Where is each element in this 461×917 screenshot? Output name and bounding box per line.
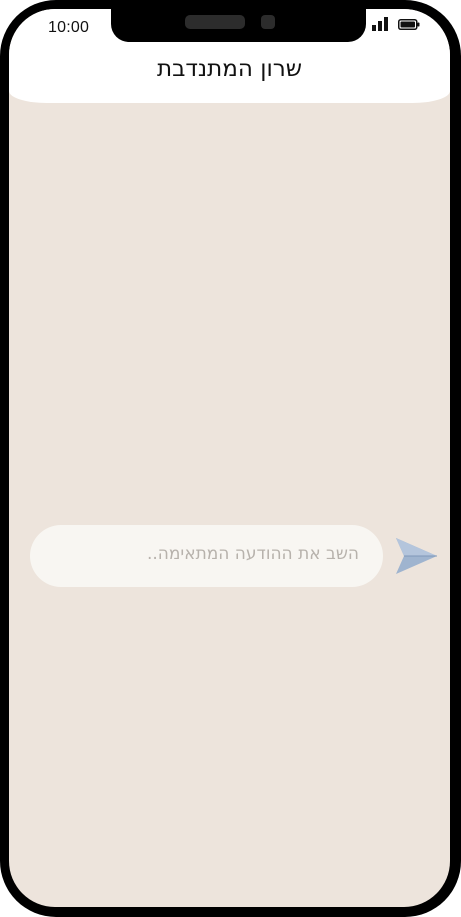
reply-input[interactable]: השב את ההודעה המתאימה.. bbox=[30, 525, 383, 587]
status-time: 10:00 bbox=[48, 19, 90, 36]
speaker-grille bbox=[185, 15, 245, 29]
chat-screen: 10:00 שרון המתנדבת השב את ההודעה המתאימה… bbox=[9, 9, 450, 907]
reply-input-text: השב את ההודעה המתאימה.. bbox=[146, 544, 359, 564]
phone-notch bbox=[111, 9, 366, 42]
chat-title: שרון המתנדבת bbox=[156, 56, 303, 82]
front-camera bbox=[261, 15, 275, 29]
phone-frame: 10:00 שרון המתנדבת השב את ההודעה המתאימה… bbox=[0, 0, 461, 917]
paper-plane-icon bbox=[396, 538, 437, 574]
send-button[interactable] bbox=[396, 536, 438, 576]
signal-bars-icon bbox=[372, 17, 388, 31]
battery-icon bbox=[398, 19, 420, 30]
